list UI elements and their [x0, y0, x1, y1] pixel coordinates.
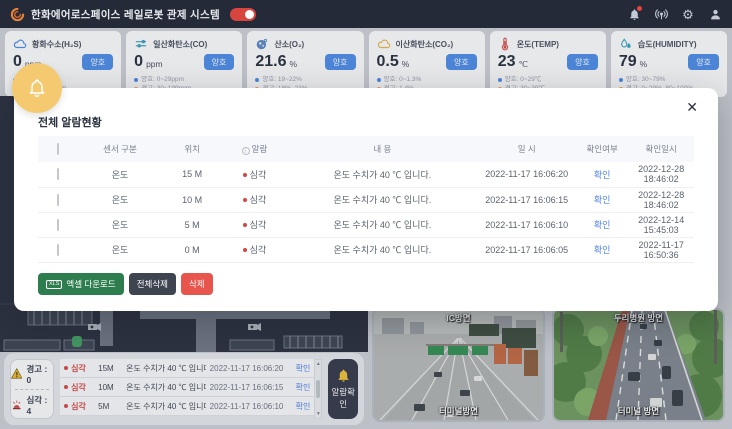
col-position: 위치 [163, 136, 222, 162]
col-sensor: 센서 구분 [77, 136, 162, 162]
confirm-link[interactable]: 확인 [594, 170, 611, 180]
hanwha-logo-icon [10, 7, 25, 22]
close-icon[interactable]: ✕ [686, 100, 698, 114]
table-row: 온도 5 M 심각 온도 수치가 40 ℃ 입니다. 2022-11-17 16… [38, 212, 694, 237]
col-confirm-time: 확인일시 [628, 136, 694, 162]
row-checkbox[interactable] [57, 194, 59, 206]
col-content: 내 용 [287, 136, 477, 162]
notification-bell-icon[interactable] [627, 7, 641, 21]
info-icon[interactable]: i [242, 147, 250, 155]
toggle-knob [245, 10, 254, 19]
alarm-history-modal: ✕ 전체 알람현황 센서 구분 위치 i알람 내 용 일 시 확인여부 확인일시 [14, 88, 718, 311]
col-alarm: 알람 [252, 144, 268, 154]
row-checkbox[interactable] [57, 244, 59, 256]
delete-all-button[interactable]: 전체삭제 [129, 273, 176, 295]
top-bar: 한화에어로스페이스 레일로봇 관제 시스템 ⚙ [0, 0, 732, 28]
row-checkbox[interactable] [57, 219, 59, 231]
confirm-link[interactable]: 확인 [594, 245, 611, 255]
settings-gear-icon[interactable]: ⚙ [681, 7, 695, 21]
bell-badge [637, 6, 642, 11]
broadcast-icon[interactable] [654, 7, 668, 21]
modal-title: 전체 알람현황 [38, 114, 102, 130]
power-toggle[interactable] [230, 8, 256, 21]
bell-icon [27, 78, 47, 98]
user-icon[interactable] [708, 7, 722, 21]
modal-actions: XLS 엑셀 다운로드 전체삭제 삭제 [38, 273, 213, 295]
dashboard-root: 한화에어로스페이스 레일로봇 관제 시스템 ⚙ 황화수소(H₂S) 0 [0, 0, 732, 429]
table-row: 온도 15 M 심각 온도 수치가 40 ℃ 입니다. 2022-11-17 1… [38, 162, 694, 187]
alarm-table: 센서 구분 위치 i알람 내 용 일 시 확인여부 확인일시 온도 15 M 심… [38, 136, 694, 263]
xls-badge-icon: XLS [46, 280, 62, 289]
col-confirm-status: 확인여부 [576, 136, 628, 162]
row-checkbox[interactable] [57, 168, 59, 180]
table-row: 온도 0 M 심각 온도 수치가 40 ℃ 입니다. 2022-11-17 16… [38, 237, 694, 262]
col-datetime: 일 시 [478, 136, 576, 162]
table-header-row: 센서 구분 위치 i알람 내 용 일 시 확인여부 확인일시 [38, 136, 694, 162]
select-all-checkbox[interactable] [57, 143, 59, 155]
table-row: 온도 10 M 심각 온도 수치가 40 ℃ 입니다. 2022-11-17 1… [38, 187, 694, 212]
excel-download-button[interactable]: XLS 엑셀 다운로드 [38, 273, 124, 295]
confirm-link[interactable]: 확인 [594, 220, 611, 230]
confirm-link[interactable]: 확인 [594, 195, 611, 205]
alarm-fab-button[interactable] [12, 63, 62, 113]
delete-button[interactable]: 삭제 [181, 273, 213, 295]
app-title: 한화에어로스페이스 레일로봇 관제 시스템 [31, 7, 220, 22]
